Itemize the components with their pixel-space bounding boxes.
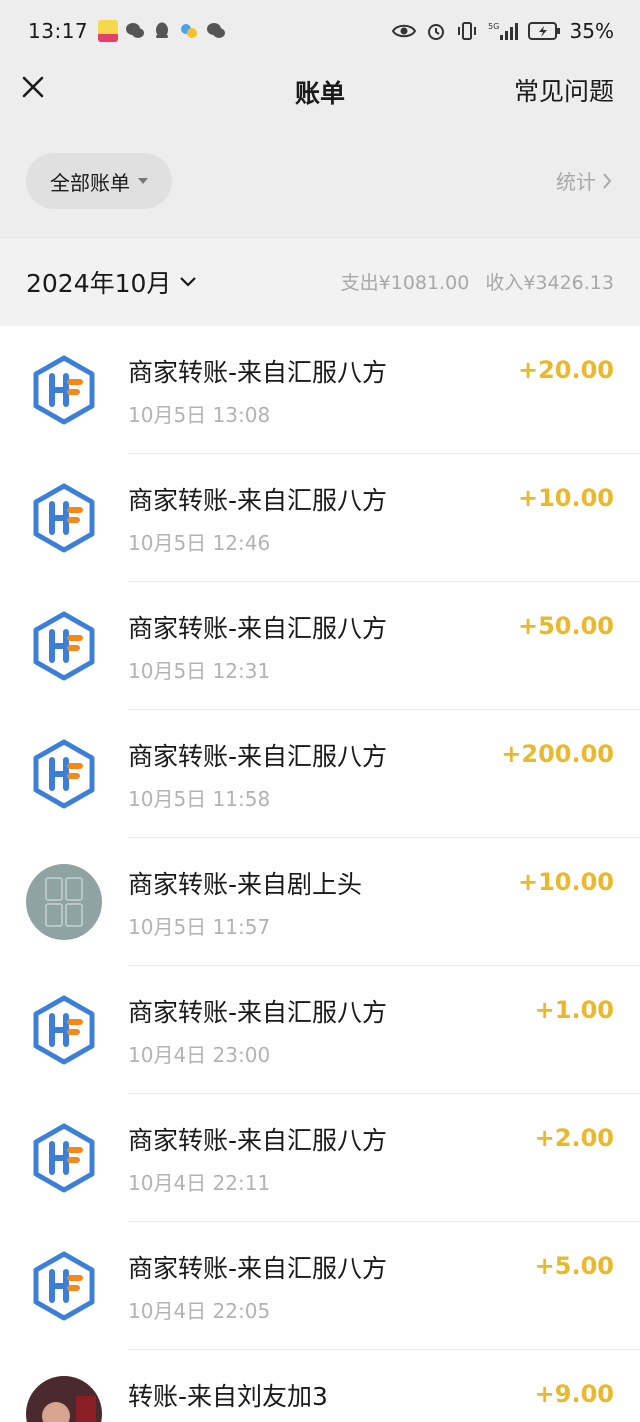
colorful-app-icon (181, 24, 198, 38)
meituan-app-icon (98, 20, 119, 42)
wechat-icon (126, 23, 145, 38)
transaction-row[interactable]: 转账-来自刘友加3 +9.00 (0, 1350, 640, 1422)
wechat-icon (207, 23, 226, 38)
transaction-amount: +10.00 (517, 484, 614, 512)
month-label: 2024年10月 (26, 269, 172, 298)
qq-penguin-icon (156, 22, 169, 38)
transaction-row[interactable]: 商家转账-来自汇服八方 10月5日 12:46 +10.00 (0, 454, 640, 582)
system-status-icons: 5G 35% (391, 19, 614, 43)
hf-logo-icon (26, 1248, 102, 1324)
statistics-label: 统计 (556, 170, 596, 194)
hf-logo-icon (26, 736, 102, 812)
chevron-down-icon (180, 277, 197, 287)
transaction-amount: +2.00 (534, 1124, 614, 1152)
transaction-title: 商家转账-来自汇服八方 (128, 1254, 388, 1283)
battery-icon (527, 22, 560, 40)
transaction-time: 10月5日 12:31 (128, 659, 271, 683)
transaction-amount: +10.00 (517, 868, 614, 896)
transaction-time: 10月5日 11:57 (128, 915, 271, 939)
transaction-time: 10月5日 11:58 (128, 787, 271, 811)
status-bar: 13:17 5G 35% (0, 0, 640, 62)
hf-logo-icon (26, 480, 102, 556)
vibrate-icon (457, 22, 476, 40)
faq-link[interactable]: 常见问题 (514, 72, 614, 108)
transaction-list: 商家转账-来自汇服八方 10月5日 13:08 +20.00 商家转账-来自汇服… (0, 326, 640, 1422)
hf-logo-icon (26, 992, 102, 1068)
transaction-time: 10月4日 22:05 (128, 1299, 271, 1323)
hf-logo-icon (26, 1120, 102, 1196)
transaction-title: 商家转账-来自汇服八方 (128, 614, 388, 643)
chevron-right-icon (603, 172, 612, 189)
transaction-time: 10月4日 23:00 (128, 1043, 271, 1067)
user-photo-avatar (26, 1376, 102, 1422)
transaction-row[interactable]: 商家转账-来自汇服八方 10月5日 13:08 +20.00 (0, 326, 640, 454)
transaction-time: 10月5日 12:46 (128, 531, 271, 555)
expense-total: 支出¥1081.00 (340, 272, 470, 294)
transaction-row[interactable]: 商家转账-来自汇服八方 10月4日 23:00 +1.00 (0, 966, 640, 1094)
hf-logo-icon (26, 608, 102, 684)
transaction-amount: +5.00 (534, 1252, 614, 1280)
transaction-amount: +20.00 (517, 356, 614, 384)
hf-logo-icon (26, 352, 102, 428)
eye-icon (391, 24, 416, 38)
transaction-title: 商家转账-来自汇服八方 (128, 358, 388, 387)
transaction-row[interactable]: 商家转账-来自汇服八方 10月5日 11:58 +200.00 (0, 710, 640, 838)
month-summary-bar: 2024年10月 支出¥1081.00 收入¥3426.13 (0, 237, 640, 326)
bill-filter-dropdown[interactable]: 全部账单 (26, 153, 172, 209)
month-totals: 支出¥1081.00 收入¥3426.13 (341, 268, 614, 295)
month-selector[interactable]: 2024年10月 (26, 264, 197, 300)
alarm-icon (427, 24, 444, 40)
transaction-amount: +50.00 (517, 612, 614, 640)
transaction-title: 商家转账-来自汇服八方 (128, 998, 388, 1027)
transaction-row[interactable]: 商家转账-来自汇服八方 10月4日 22:05 +5.00 (0, 1222, 640, 1350)
app-grid-avatar (26, 864, 102, 940)
statistics-link[interactable]: 统计 (556, 166, 612, 195)
status-time: 13:17 (28, 19, 89, 43)
transaction-row[interactable]: 商家转账-来自汇服八方 10月5日 12:31 +50.00 (0, 582, 640, 710)
transaction-title: 商家转账-来自汇服八方 (128, 742, 388, 771)
transaction-title: 商家转账-来自汇服八方 (128, 486, 388, 515)
transaction-row[interactable]: 商家转账-来自剧上头 10月5日 11:57 +10.00 (0, 838, 640, 966)
transaction-title: 商家转账-来自汇服八方 (128, 1126, 388, 1155)
notification-icons (98, 20, 226, 42)
transaction-title: 转账-来自刘友加3 (128, 1382, 328, 1411)
transaction-amount: +200.00 (501, 740, 614, 768)
transaction-row[interactable]: 商家转账-来自汇服八方 10月4日 22:11 +2.00 (0, 1094, 640, 1222)
header: 账单 常见问题 (0, 62, 640, 116)
transaction-time: 10月4日 22:11 (128, 1171, 271, 1195)
income-total: 收入¥3426.13 (485, 272, 614, 294)
bill-filter-label: 全部账单 (50, 170, 130, 195)
transaction-amount: +1.00 (534, 996, 614, 1024)
transaction-amount: +9.00 (534, 1380, 614, 1408)
svg-text:5G: 5G (488, 22, 499, 31)
transaction-time: 10月5日 13:08 (128, 403, 271, 427)
caret-down-icon (138, 178, 148, 184)
signal-5g-icon: 5G (488, 22, 518, 40)
battery-percentage: 35% (569, 19, 614, 43)
transaction-title: 商家转账-来自剧上头 (128, 870, 363, 899)
